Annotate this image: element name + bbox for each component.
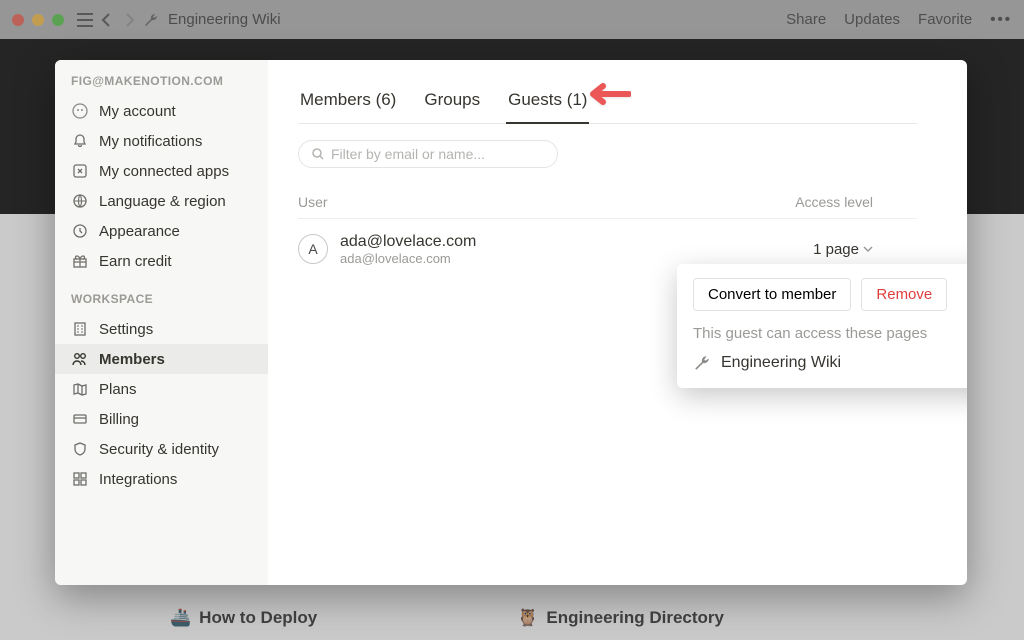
- guest-email: ada@lovelace.com: [340, 251, 476, 266]
- sidebar-item-label: My connected apps: [99, 163, 229, 180]
- gift-icon: [71, 252, 89, 270]
- sidebar-item-connected-apps[interactable]: My connected apps: [55, 156, 268, 186]
- remove-button[interactable]: Remove: [861, 278, 947, 311]
- settings-sidebar: FIG@MAKENOTION.COM My account My notific…: [55, 60, 268, 585]
- sidebar-item-label: Language & region: [99, 193, 226, 210]
- sidebar-item-label: My notifications: [99, 133, 202, 150]
- sidebar-item-label: My account: [99, 103, 176, 120]
- col-access: Access level: [767, 194, 917, 210]
- globe-icon: [71, 192, 89, 210]
- sidebar-item-integrations[interactable]: Integrations: [55, 464, 268, 494]
- sidebar-item-label: Security & identity: [99, 441, 219, 458]
- access-level-label: 1 page: [813, 241, 859, 258]
- map-icon: [71, 380, 89, 398]
- guest-columns: User Access level: [298, 194, 917, 219]
- clock-icon: [71, 222, 89, 240]
- sidebar-item-label: Billing: [99, 411, 139, 428]
- sidebar-item-label: Members: [99, 351, 165, 368]
- chevron-down-icon: [863, 244, 873, 254]
- sidebar-item-settings[interactable]: Settings: [55, 314, 268, 344]
- wrench-icon: [693, 354, 711, 372]
- sidebar-account-header: FIG@MAKENOTION.COM: [55, 74, 268, 96]
- sidebar-item-members[interactable]: Members: [55, 344, 268, 374]
- card-icon: [71, 410, 89, 428]
- grid-icon: [71, 470, 89, 488]
- sidebar-item-label: Integrations: [99, 471, 177, 488]
- filter-input[interactable]: [331, 146, 545, 162]
- people-icon: [71, 350, 89, 368]
- sidebar-item-billing[interactable]: Billing: [55, 404, 268, 434]
- popover-page-link[interactable]: Engineering Wiki: [693, 354, 967, 372]
- avatar: A: [298, 234, 328, 264]
- access-level-dropdown[interactable]: 1 page: [813, 241, 873, 258]
- building-icon: [71, 320, 89, 338]
- settings-main: Members (6) Groups Guests (1) User Acces…: [268, 60, 967, 585]
- guest-row[interactable]: A ada@lovelace.com ada@lovelace.com 1 pa…: [298, 233, 917, 266]
- sidebar-item-notifications[interactable]: My notifications: [55, 126, 268, 156]
- sidebar-item-earn-credit[interactable]: Earn credit: [55, 246, 268, 276]
- tab-guests[interactable]: Guests (1): [506, 90, 589, 124]
- popover-page-label: Engineering Wiki: [721, 354, 841, 372]
- col-user: User: [298, 194, 767, 210]
- sidebar-item-label: Earn credit: [99, 253, 172, 270]
- popover-note: This guest can access these pages: [693, 325, 967, 342]
- convert-to-member-button[interactable]: Convert to member: [693, 278, 851, 311]
- sidebar-workspace-header: WORKSPACE: [55, 292, 268, 314]
- app-icon: [71, 162, 89, 180]
- shield-icon: [71, 440, 89, 458]
- avatar-icon: [71, 102, 89, 120]
- guest-name: ada@lovelace.com: [340, 233, 476, 251]
- sidebar-item-label: Settings: [99, 321, 153, 338]
- search-icon: [311, 147, 325, 161]
- sidebar-item-label: Plans: [99, 381, 137, 398]
- annotation-arrow-icon: [583, 80, 631, 108]
- tab-members[interactable]: Members (6): [298, 90, 398, 123]
- sidebar-item-account[interactable]: My account: [55, 96, 268, 126]
- bell-icon: [71, 132, 89, 150]
- sidebar-item-label: Appearance: [99, 223, 180, 240]
- guest-popover: Convert to member Remove This guest can …: [677, 264, 967, 388]
- sidebar-item-security[interactable]: Security & identity: [55, 434, 268, 464]
- sidebar-item-language[interactable]: Language & region: [55, 186, 268, 216]
- sidebar-item-plans[interactable]: Plans: [55, 374, 268, 404]
- settings-modal: FIG@MAKENOTION.COM My account My notific…: [55, 60, 967, 585]
- sidebar-item-appearance[interactable]: Appearance: [55, 216, 268, 246]
- tab-groups[interactable]: Groups: [422, 90, 482, 123]
- filter-input-wrap[interactable]: [298, 140, 558, 168]
